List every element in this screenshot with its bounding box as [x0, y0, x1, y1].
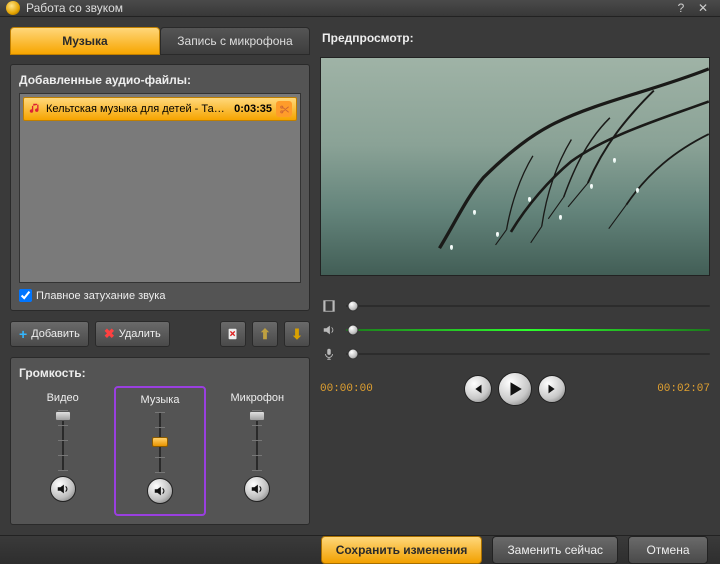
audio-timeline-slider[interactable] — [346, 325, 710, 335]
audio-file-list[interactable]: Кельтская музыка для детей - Танец-ht...… — [19, 93, 301, 283]
add-button-label: Добавить — [31, 328, 80, 340]
right-column: Предпросмотр: — [320, 27, 710, 525]
replace-button[interactable]: Заменить сейчас — [492, 536, 618, 564]
volume-music-label: Музыка — [141, 394, 180, 406]
main-content: Музыка Запись с микрофона Добавленные ау… — [0, 17, 720, 535]
total-time: 00:02:07 — [657, 383, 710, 395]
arrow-up-icon: ⬆ — [259, 326, 271, 343]
arrow-down-icon: ⬇ — [291, 326, 303, 343]
preview-heading: Предпросмотр: — [320, 27, 710, 49]
volume-music-thumb[interactable] — [152, 437, 168, 447]
left-column: Музыка Запись с микрофона Добавленные ау… — [10, 27, 310, 525]
fade-checkbox-row[interactable]: Плавное затухание звука — [19, 289, 301, 302]
footer-bar: Сохранить изменения Заменить сейчас Отме… — [0, 535, 720, 564]
save-button[interactable]: Сохранить изменения — [321, 536, 483, 564]
video-preview[interactable] — [320, 57, 710, 276]
volume-mic-slider[interactable] — [247, 410, 267, 470]
audio-track-row — [320, 322, 710, 338]
note-icon — [28, 102, 42, 116]
microphone-icon — [320, 346, 338, 362]
plus-icon: + — [19, 326, 27, 342]
delete-button[interactable]: ✖ Удалить — [95, 321, 170, 347]
move-down-button[interactable]: ⬇ — [284, 321, 310, 347]
film-icon — [320, 298, 338, 314]
tab-microphone[interactable]: Запись с микрофона — [160, 27, 310, 55]
files-heading: Добавленные аудио-файлы: — [19, 73, 301, 87]
audio-file-duration: 0:03:35 — [234, 103, 272, 115]
playback-controls — [464, 372, 566, 406]
volume-video-column: Видео — [19, 386, 106, 516]
mute-mic-button[interactable] — [244, 476, 270, 502]
video-timeline-knob[interactable] — [348, 301, 359, 312]
volume-video-thumb[interactable] — [55, 411, 71, 421]
volume-video-label: Видео — [47, 392, 79, 404]
move-up-button[interactable]: ⬆ — [252, 321, 278, 347]
titlebar: Работа со звуком ? ✕ — [0, 0, 720, 17]
volume-mic-thumb[interactable] — [249, 411, 265, 421]
video-timeline-slider[interactable] — [346, 301, 710, 311]
close-button[interactable]: ✕ — [692, 0, 714, 16]
files-panel: Добавленные аудио-файлы: Кельтская музык… — [10, 64, 310, 311]
next-button[interactable] — [538, 375, 566, 403]
mute-music-button[interactable] — [147, 478, 173, 504]
current-time: 00:00:00 — [320, 383, 373, 395]
volume-music-column: Музыка — [114, 386, 205, 516]
x-icon: ✖ — [104, 326, 115, 342]
sound-editor-window: Работа со звуком ? ✕ Музыка Запись с мик… — [0, 0, 720, 561]
add-button[interactable]: + Добавить — [10, 321, 89, 347]
volume-music-slider[interactable] — [150, 412, 170, 472]
tab-music[interactable]: Музыка — [10, 27, 160, 55]
playback-row: 00:00:00 00:02:07 — [320, 372, 710, 406]
fade-label: Плавное затухание звука — [36, 290, 165, 302]
file-buttons-row: + Добавить ✖ Удалить ⬆ ⬇ — [10, 321, 310, 347]
mic-track-row — [320, 346, 710, 362]
tab-bar: Музыка Запись с микрофона — [10, 27, 310, 55]
remove-file-button[interactable] — [220, 321, 246, 347]
mic-timeline-knob[interactable] — [348, 349, 359, 360]
app-icon — [6, 1, 20, 15]
mute-video-button[interactable] — [50, 476, 76, 502]
volume-mic-label: Микрофон — [231, 392, 285, 404]
window-title: Работа со звуком — [26, 1, 670, 15]
audio-file-name: Кельтская музыка для детей - Танец-ht... — [46, 103, 230, 115]
volume-heading: Громкость: — [19, 366, 301, 380]
prev-button[interactable] — [464, 375, 492, 403]
delete-button-label: Удалить — [119, 328, 161, 340]
video-track-row — [320, 298, 710, 314]
help-button[interactable]: ? — [670, 0, 692, 16]
volume-panel: Громкость: Видео — [10, 357, 310, 525]
scissors-icon[interactable] — [276, 101, 292, 117]
mic-timeline-slider[interactable] — [346, 349, 710, 359]
audio-timeline-knob[interactable] — [348, 325, 359, 336]
volume-video-slider[interactable] — [53, 410, 73, 470]
audio-file-row[interactable]: Кельтская музыка для детей - Танец-ht...… — [23, 97, 297, 121]
cancel-button[interactable]: Отмена — [628, 536, 708, 564]
speaker-icon — [320, 322, 338, 338]
volume-mic-column: Микрофон — [214, 386, 301, 516]
play-button[interactable] — [498, 372, 532, 406]
fade-checkbox[interactable] — [19, 289, 32, 302]
